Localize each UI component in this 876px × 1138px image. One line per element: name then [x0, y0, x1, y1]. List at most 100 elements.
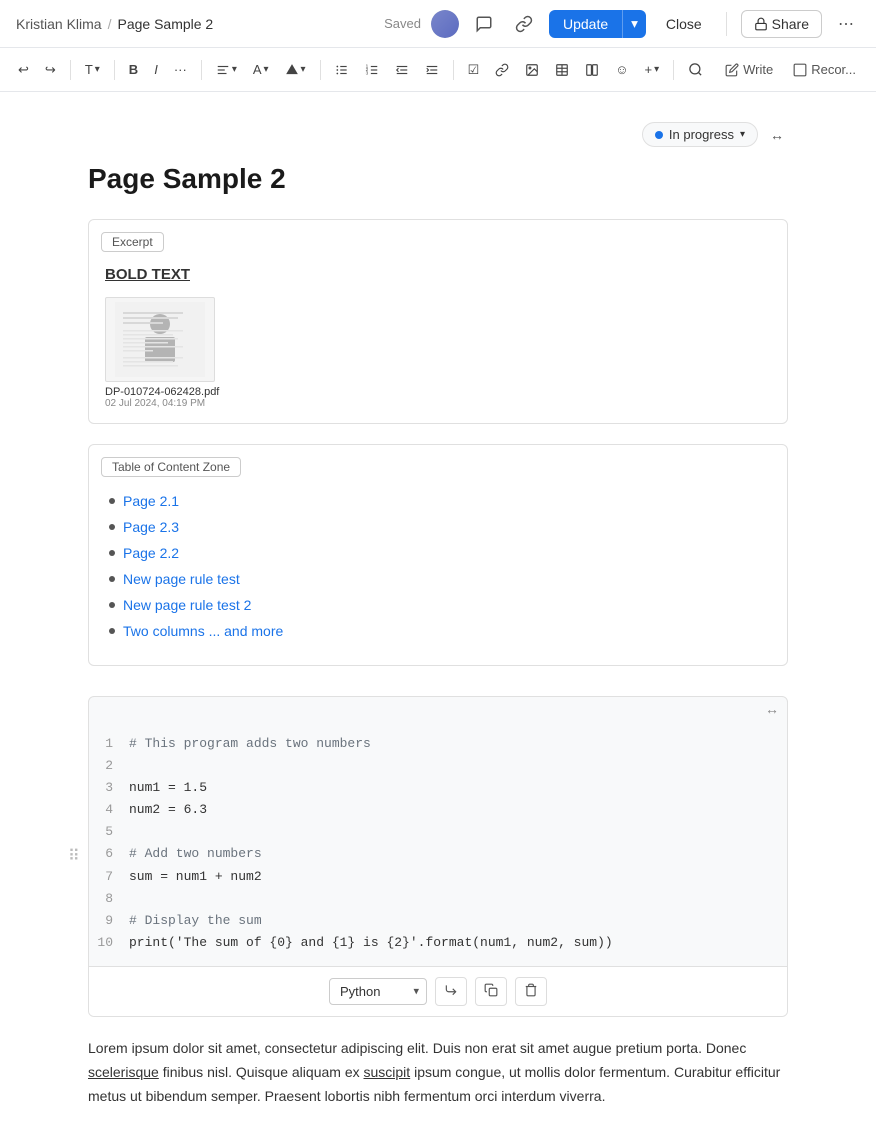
font-color-dropdown[interactable]: A ▾ [247, 58, 275, 81]
outdent-button[interactable] [389, 59, 415, 81]
ordered-list-button[interactable]: 123 [359, 59, 385, 81]
record-button[interactable]: Recor... [785, 58, 864, 81]
line-code: print('The sum of {0} and {1} is {2}'.fo… [129, 932, 787, 954]
expand-button[interactable]: ↔ [766, 125, 788, 145]
emoji-button[interactable]: ☺ [609, 58, 634, 81]
line-code: sum = num1 + num2 [129, 866, 787, 888]
toc-link[interactable]: Page 2.1 [123, 493, 179, 509]
bold-button[interactable]: B [123, 58, 144, 81]
highlight-dropdown[interactable]: ▾ [279, 59, 312, 81]
toc-list-item: Page 2.3 [109, 519, 767, 535]
share-label: Share [772, 16, 809, 32]
toc-box: Table of Content Zone Page 2.1Page 2.3Pa… [88, 444, 788, 666]
toc-list-item: New page rule test [109, 571, 767, 587]
toc-bullet [109, 602, 115, 608]
page-body: In progress ▾ ↔ Page Sample 2 Excerpt BO… [88, 122, 788, 1108]
redo-button[interactable]: ↪ [39, 58, 62, 82]
checkbox-button[interactable]: ☑ [462, 58, 486, 82]
align-icon [216, 63, 230, 77]
breadcrumb: Kristian Klima / Page Sample 2 [16, 16, 213, 32]
line-number: 1 [89, 733, 129, 755]
code-copy-button[interactable] [475, 977, 507, 1006]
table-button[interactable] [549, 59, 575, 81]
update-button[interactable]: Update [549, 10, 622, 38]
toc-bullet [109, 550, 115, 556]
excerpt-label: Excerpt [101, 232, 164, 252]
code-line: 10print('The sum of {0} and {1} is {2}'.… [89, 932, 787, 954]
line-number: 9 [89, 910, 129, 932]
page-title[interactable]: Page Sample 2 [88, 163, 788, 195]
code-line: 4num2 = 6.3 [89, 799, 787, 821]
share-button[interactable]: Share [741, 10, 822, 38]
toc-link[interactable]: New page rule test [123, 571, 240, 587]
search-button[interactable] [682, 58, 709, 81]
update-button-group: Update ▾ [549, 10, 646, 38]
line-number: 8 [89, 888, 129, 910]
user-name: Kristian Klima [16, 16, 102, 32]
toc-link[interactable]: Page 2.2 [123, 545, 179, 561]
more-menu-button[interactable]: ⋯ [832, 10, 860, 38]
link-button[interactable] [489, 59, 515, 81]
code-delete-button[interactable] [515, 977, 547, 1006]
pdf-attachment[interactable]: DP-010724-062428.pdf 02 Jul 2024, 04:19 … [105, 297, 219, 409]
table-icon [555, 63, 569, 77]
column-layout-button[interactable] [579, 59, 605, 81]
wrap-icon [444, 983, 458, 997]
code-content[interactable]: 1# This program adds two numbers23num1 =… [89, 721, 787, 966]
toc-link[interactable]: Two columns ... and more [123, 623, 283, 639]
copy-icon [484, 983, 498, 997]
toc-link[interactable]: Page 2.3 [123, 519, 179, 535]
status-badge[interactable]: In progress ▾ [642, 122, 758, 147]
align-dropdown[interactable]: ▾ [210, 59, 243, 81]
link-icon-button[interactable] [509, 11, 539, 37]
toolbar-divider-6 [673, 60, 674, 80]
undo-button[interactable]: ↩ [12, 58, 35, 82]
write-label: Write [743, 62, 773, 77]
toc-list: Page 2.1 Page 2.3 Page 2.2 New page rule te… [109, 493, 767, 639]
code-line: 1# This program adds two numbers [89, 733, 787, 755]
indent-button[interactable] [419, 59, 445, 81]
avatar[interactable] [431, 10, 459, 38]
page-title-breadcrumb: Page Sample 2 [117, 16, 213, 32]
code-block: ↔ 1# This program adds two numbers23num1… [88, 696, 788, 1017]
pdf-date: 02 Jul 2024, 04:19 PM [105, 398, 219, 409]
line-code: num2 = 6.3 [129, 799, 787, 821]
toc-label: Table of Content Zone [101, 457, 241, 477]
toc-link[interactable]: New page rule test 2 [123, 597, 251, 613]
highlight-icon [285, 63, 299, 77]
code-line: 3num1 = 1.5 [89, 777, 787, 799]
more-icon: ⋯ [838, 14, 854, 34]
line-code [129, 888, 787, 910]
toc-list-item: Page 2.1 [109, 493, 767, 509]
code-line: 6# Add two numbers [89, 843, 787, 865]
pdf-thumbnail-image [115, 302, 205, 377]
saved-status: Saved [384, 16, 421, 31]
language-selector-wrap: PythonJavaScriptTypeScriptHTMLCSSJavaC++… [329, 978, 427, 1005]
close-button[interactable]: Close [656, 10, 712, 38]
code-line: 7sum = num1 + num2 [89, 866, 787, 888]
insert-plus-button[interactable]: + ▾ [639, 58, 666, 81]
code-wrap-button[interactable] [435, 977, 467, 1006]
more-format-button[interactable]: ··· [168, 58, 193, 81]
excerpt-box: Excerpt BOLD TEXT [88, 219, 788, 424]
code-line: 8 [89, 888, 787, 910]
pdf-filename: DP-010724-062428.pdf [105, 386, 219, 398]
language-select[interactable]: PythonJavaScriptTypeScriptHTMLCSSJavaC++… [329, 978, 427, 1005]
lock-icon [754, 17, 768, 31]
text-style-dropdown[interactable]: T ▾ [79, 58, 106, 81]
image-icon [525, 63, 539, 77]
toc-bullet [109, 576, 115, 582]
header-actions: Saved Update ▾ Close Share ⋯ [384, 10, 860, 38]
line-number: 4 [89, 799, 129, 821]
update-dropdown-button[interactable]: ▾ [622, 10, 646, 38]
link-icon [515, 15, 533, 33]
status-label: In progress [669, 127, 734, 142]
code-expand-button[interactable]: ↔ [765, 701, 779, 717]
italic-button[interactable]: I [148, 58, 164, 81]
main-content: In progress ▾ ↔ Page Sample 2 Excerpt BO… [0, 92, 876, 1138]
bullet-list-button[interactable] [329, 59, 355, 81]
image-button[interactable] [519, 59, 545, 81]
drag-handle-icon[interactable]: ⠿ [68, 846, 80, 866]
comment-icon-button[interactable] [469, 11, 499, 37]
write-mode-button[interactable]: Write [717, 58, 781, 81]
